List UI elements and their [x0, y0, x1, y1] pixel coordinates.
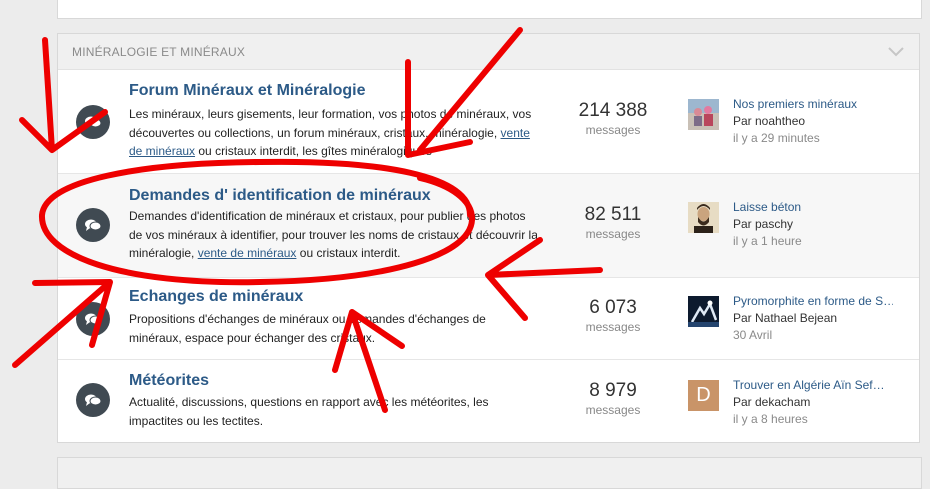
forum-description-text-end: ou cristaux interdit. [296, 246, 401, 260]
message-label: messages [585, 320, 641, 334]
category-header[interactable]: MINÉRALOGIE ET MINÉRAUX [58, 34, 919, 70]
forum-description: Actualité, discussions, questions en rap… [129, 393, 539, 430]
message-label: messages [585, 123, 641, 137]
forum-node: Echanges de minéraux Propositions d'écha… [58, 278, 919, 360]
previous-category-block [57, 0, 922, 19]
forum-node: Demandes d' identification de minéraux D… [58, 174, 919, 278]
forum-stats: 8 979 messages [563, 380, 663, 418]
last-post-time[interactable]: 30 Avril [733, 327, 893, 344]
message-count: 82 511 [584, 204, 642, 225]
avatar[interactable] [688, 99, 719, 130]
forum-description-text-end: ou cristaux interdit, les gîtes minéralo… [195, 144, 432, 158]
last-post-time[interactable]: il y a 1 heure [733, 233, 893, 250]
forum-node: Météorites Actualité, discussions, quest… [58, 360, 919, 442]
forum-description: Les minéraux, leurs gisements, leur form… [129, 105, 539, 161]
forum-description: Propositions d'échanges de minéraux ou d… [129, 310, 539, 347]
avatar[interactable]: D [688, 380, 719, 411]
message-count: 214 388 [578, 100, 648, 121]
last-post-time[interactable]: il y a 29 minutes [733, 130, 893, 147]
forum-stats: 214 388 messages [563, 100, 663, 138]
forum-stats: 6 073 messages [563, 297, 663, 335]
avatar-letter: D [696, 384, 711, 406]
forum-description-text: Actualité, discussions, questions en rap… [129, 395, 489, 428]
last-post-title[interactable]: Nos premiers minéraux [733, 96, 893, 113]
category-block: MINÉRALOGIE ET MINÉRAUX Forum Minéraux e… [57, 33, 920, 443]
chevron-down-icon[interactable] [887, 43, 905, 61]
chat-bubbles-icon [76, 208, 110, 242]
last-post-title[interactable]: Laisse béton [733, 199, 893, 216]
next-category-block [57, 457, 922, 489]
chat-bubbles-icon [76, 105, 110, 139]
message-count: 6 073 [589, 297, 637, 318]
forum-description: Demandes d'identification de minéraux et… [129, 207, 539, 263]
avatar[interactable] [688, 296, 719, 327]
last-post-user[interactable]: Par paschy [733, 216, 893, 233]
last-post-title[interactable]: Pyromorphite en forme de S… [733, 293, 893, 310]
message-label: messages [585, 227, 641, 241]
forum-node: Forum Minéraux et Minéralogie Les minéra… [58, 70, 919, 174]
last-post-user[interactable]: Par dekacham [733, 394, 893, 411]
avatar[interactable] [688, 202, 719, 233]
forum-stats: 82 511 messages [563, 204, 663, 242]
last-post-title[interactable]: Trouver en Algérie Aïn Sef… [733, 377, 893, 394]
vente-link[interactable]: vente de minéraux [198, 246, 297, 260]
forum-description-text: Propositions d'échanges de minéraux ou d… [129, 312, 486, 345]
message-label: messages [585, 403, 641, 417]
forum-title[interactable]: Echanges de minéraux [129, 288, 303, 306]
chat-bubbles-icon [76, 383, 110, 417]
forum-description-text: Les minéraux, leurs gisements, leur form… [129, 107, 532, 140]
category-title: MINÉRALOGIE ET MINÉRAUX [72, 44, 246, 59]
last-post-time[interactable]: il y a 8 heures [733, 411, 893, 428]
forum-title[interactable]: Météorites [129, 372, 209, 390]
last-post-user[interactable]: Par Nathael Bejean [733, 310, 893, 327]
last-post-user[interactable]: Par noahtheo [733, 113, 893, 130]
forum-title[interactable]: Demandes d' identification de minéraux [129, 187, 431, 205]
forum-title[interactable]: Forum Minéraux et Minéralogie [129, 82, 365, 100]
chat-bubbles-icon [76, 302, 110, 336]
message-count: 8 979 [589, 380, 637, 401]
